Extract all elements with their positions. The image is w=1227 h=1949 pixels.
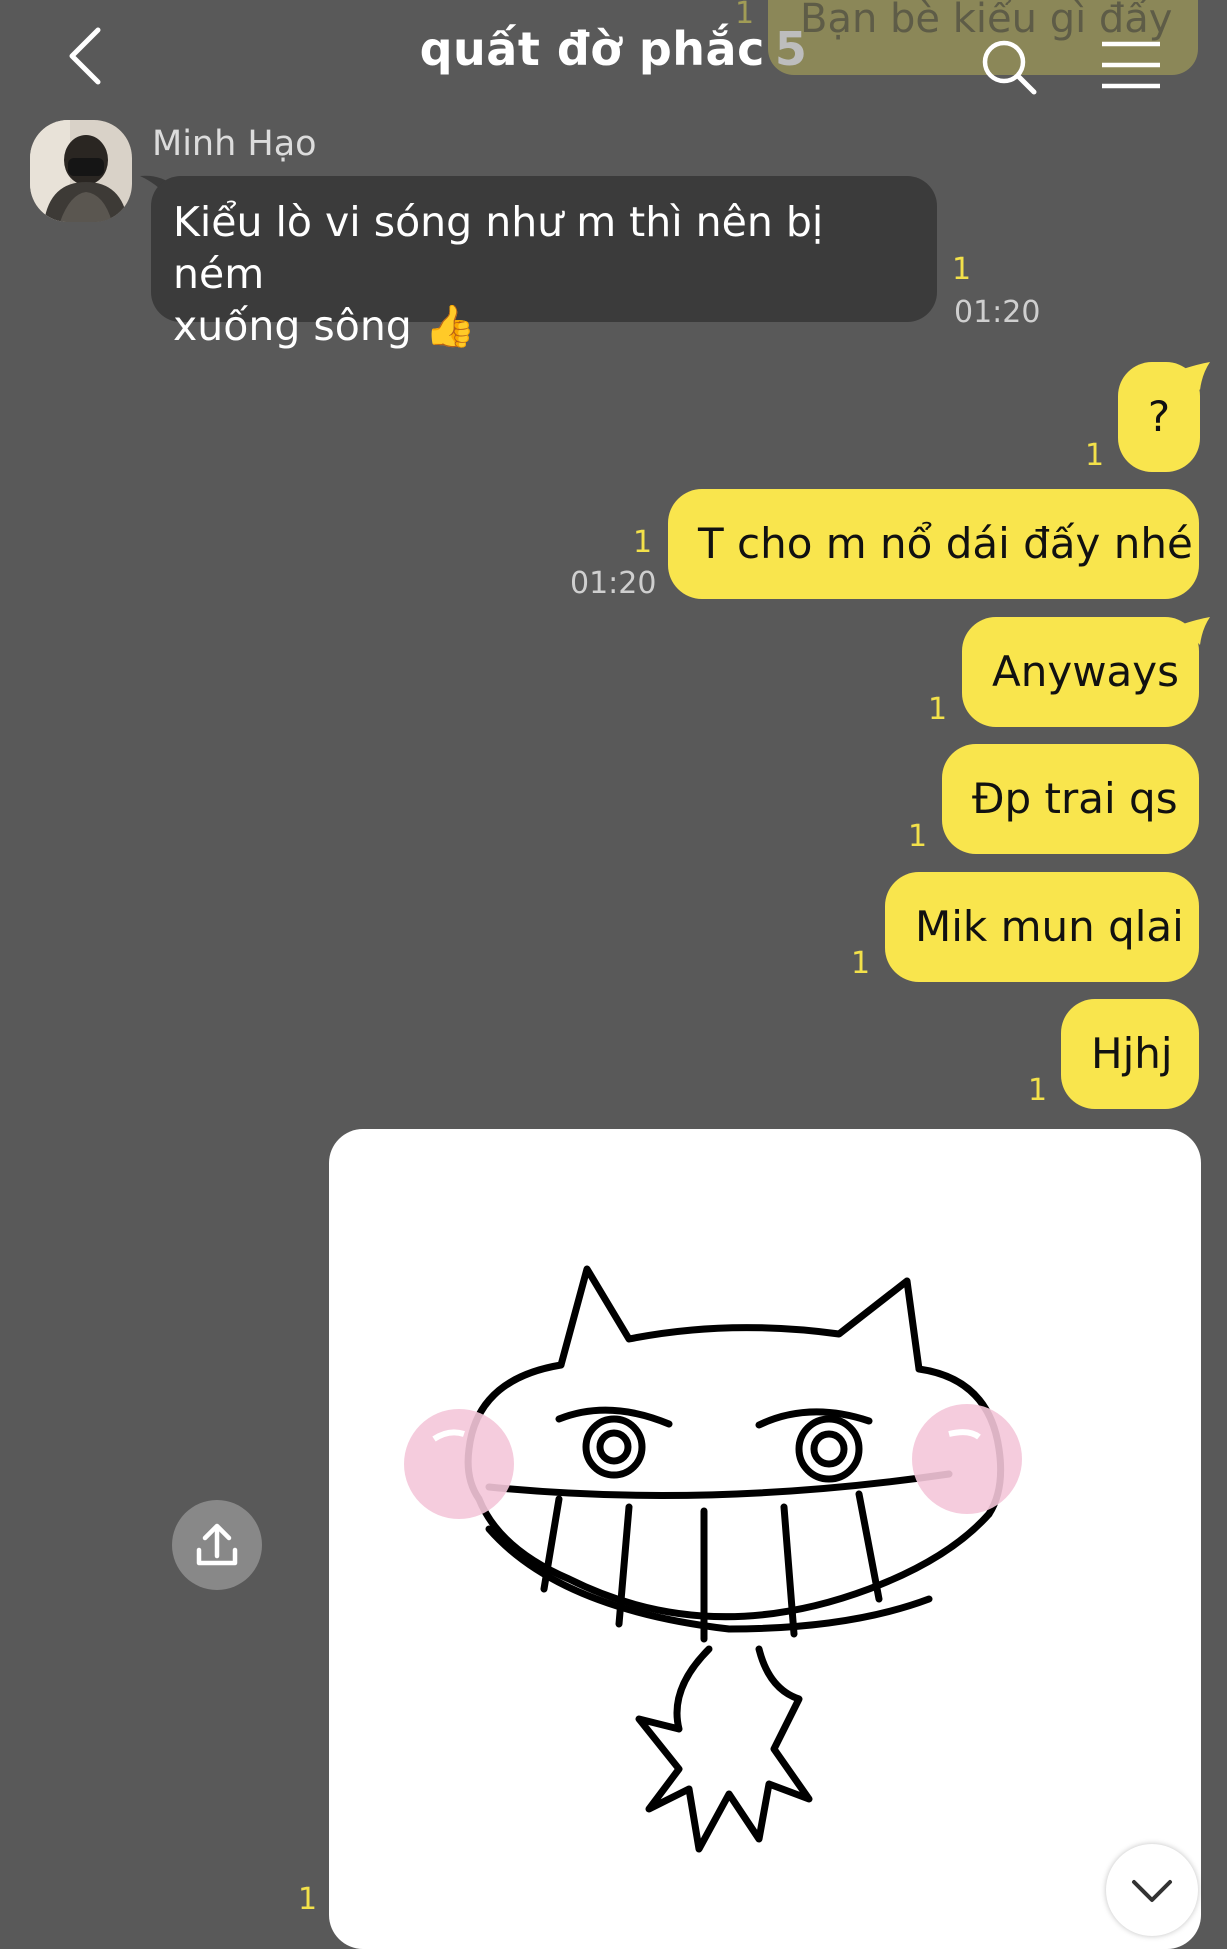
chat-name: quất đờ phắc [419, 22, 765, 76]
sent-message-bubble[interactable]: Mik mun qlai [885, 872, 1199, 982]
message-time: 01:20 [954, 295, 1041, 330]
unread-count: 1 [928, 692, 948, 727]
chat-title: quất đờ phắc 5 [0, 22, 1227, 76]
unread-count: 1 [908, 819, 928, 854]
message-text-line: xuống sông 👍 [173, 302, 476, 350]
sent-message-bubble[interactable]: Hjhj [1061, 999, 1199, 1109]
message-text-line: Kiểu lò vi sóng như m thì nên bị ném [173, 198, 824, 298]
sent-message-bubble[interactable]: Đp trai qs [942, 744, 1199, 854]
unread-count: 1 [633, 525, 653, 560]
sent-message-bubble[interactable]: Anyways [962, 617, 1199, 727]
received-message-bubble[interactable]: Kiểu lò vi sóng như m thì nên bị ném xuố… [151, 176, 937, 350]
unread-count: 1 [1085, 438, 1105, 473]
sent-message-bubble[interactable]: T cho m nổ dái đấy nhé [668, 489, 1199, 599]
unread-count: 1 [1028, 1073, 1048, 1108]
bubble-tail [1180, 617, 1210, 645]
search-icon[interactable] [980, 38, 1038, 96]
sender-name: Minh Hạo [152, 124, 317, 164]
member-count: 5 [774, 22, 808, 76]
unread-count: 1 [952, 252, 972, 287]
thumbs-up-emoji: 👍 [424, 302, 476, 350]
unread-count: 1 [851, 946, 871, 981]
message-time: 01:20 [570, 566, 657, 601]
hamburger-menu-icon[interactable] [1100, 40, 1162, 90]
avatar[interactable] [30, 120, 132, 222]
share-upload-icon[interactable] [172, 1500, 262, 1590]
bubble-tail [1180, 362, 1210, 390]
chevron-down-icon[interactable] [1106, 1844, 1198, 1936]
grinning-cat-sticker[interactable] [329, 1129, 1201, 1949]
unread-count: 1 [298, 1882, 318, 1917]
